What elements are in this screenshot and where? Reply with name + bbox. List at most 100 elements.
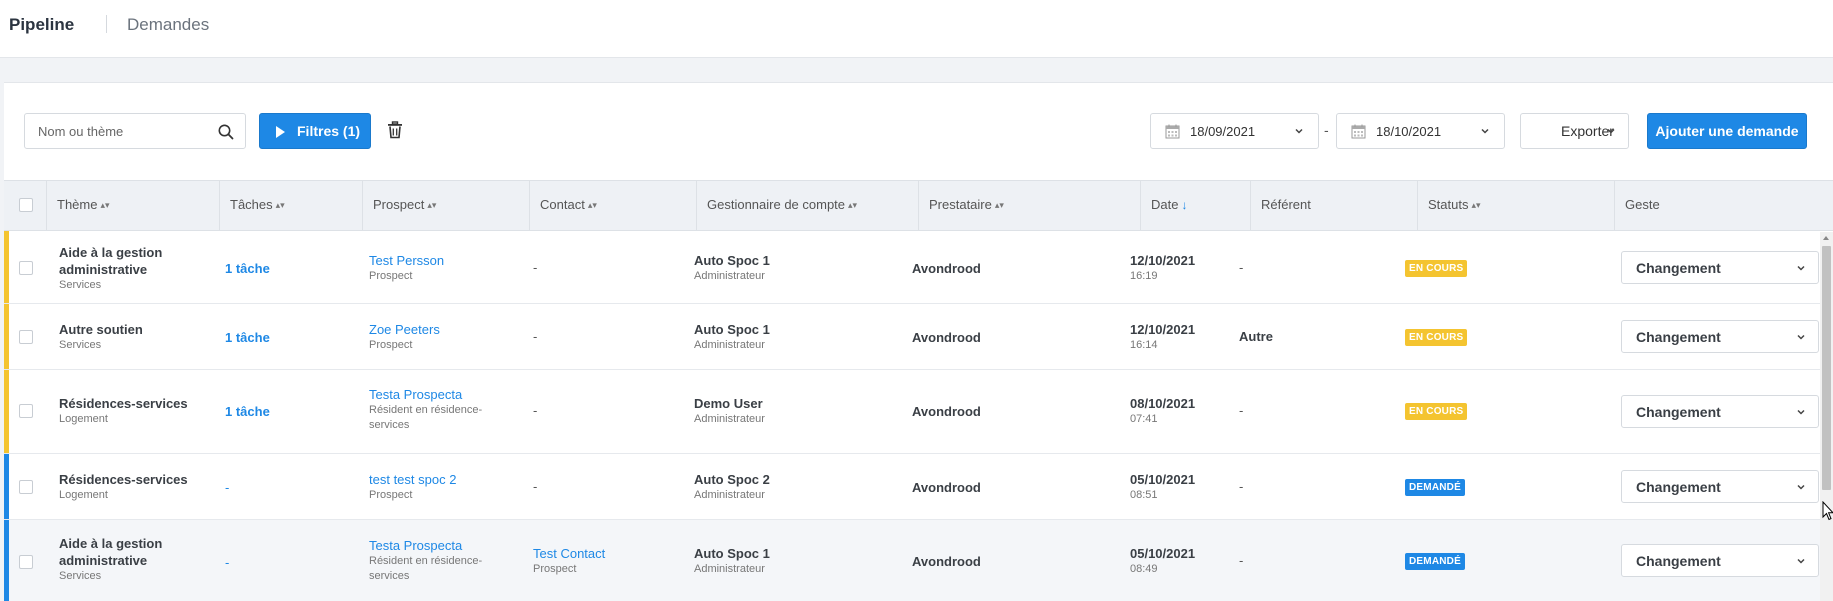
- header-referent-label: Référent: [1261, 197, 1311, 212]
- status-color-bar: [4, 304, 9, 369]
- prospect-link[interactable]: test test spoc 2: [369, 471, 456, 488]
- prospect-link[interactable]: Zoe Peeters: [369, 321, 440, 338]
- scrollbar-thumb[interactable]: [1822, 246, 1831, 490]
- theme-label: Aide à la gestion: [59, 245, 163, 260]
- filters-label: Filtres (1): [297, 123, 361, 139]
- header-statuts[interactable]: Statuts ▴▾: [1418, 181, 1615, 230]
- prospect-type: Prospect: [369, 339, 413, 351]
- trash-icon[interactable]: [387, 121, 403, 139]
- referent-value: -: [1239, 260, 1244, 275]
- gestionnaire-cell: Auto Spoc 2 Administrateur: [694, 471, 770, 503]
- export-dropdown[interactable]: Exporter: [1520, 113, 1629, 149]
- gestionnaire-role: Administrateur: [694, 563, 765, 575]
- sort-icon: ▴▾: [587, 200, 597, 210]
- theme-cell: Aide à la gestion administrative Service…: [59, 535, 162, 584]
- prospect-link[interactable]: Testa Prospecta: [369, 537, 482, 554]
- contact-value: -: [533, 260, 538, 275]
- calendar-icon: [1351, 124, 1366, 139]
- chevron-down-icon: [1797, 265, 1805, 271]
- date-to-value: 18/10/2021: [1376, 124, 1442, 139]
- gestionnaire-name: Auto Spoc 1: [694, 322, 770, 337]
- gestionnaire-role: Administrateur: [694, 339, 765, 351]
- date-cell: 05/10/2021 08:49: [1130, 545, 1195, 577]
- date-from-picker[interactable]: 18/09/2021: [1150, 113, 1319, 149]
- header-gestionnaire[interactable]: Gestionnaire de compte ▴▾: [697, 181, 919, 230]
- filters-button[interactable]: Filtres (1): [259, 113, 371, 149]
- taches-link[interactable]: 1 tâche: [225, 329, 270, 346]
- status-color-bar: [4, 454, 9, 519]
- prospect-type-cont: services: [369, 419, 410, 431]
- header-prospect[interactable]: Prospect ▴▾: [363, 181, 530, 230]
- theme-label: Résidences-services: [59, 396, 188, 411]
- add-demande-button[interactable]: Ajouter une demande: [1647, 113, 1807, 149]
- theme-label: Résidences-services: [59, 472, 188, 487]
- top-bar: Pipeline Demandes: [0, 0, 1833, 58]
- gestionnaire-cell: Auto Spoc 1 Administrateur: [694, 321, 770, 353]
- header-theme[interactable]: Thème ▴▾: [47, 181, 220, 230]
- gestionnaire-name: Auto Spoc 1: [694, 253, 770, 268]
- status-color-bar: [4, 520, 9, 601]
- table-row[interactable]: Aide à la gestion administrative Service…: [4, 520, 1833, 601]
- row-checkbox[interactable]: [19, 330, 33, 344]
- scroll-up-arrow[interactable]: [1823, 236, 1829, 240]
- row-checkbox[interactable]: [19, 261, 33, 275]
- mouse-cursor-icon: [1822, 501, 1833, 521]
- header-prestataire[interactable]: Prestataire ▴▾: [919, 181, 1141, 230]
- prospect-cell: Test Persson Prospect: [369, 252, 444, 284]
- theme-category: Services: [59, 339, 102, 351]
- header-statuts-label: Statuts: [1428, 197, 1469, 212]
- contact-value: -: [533, 329, 538, 344]
- theme-label: Autre soutien: [59, 322, 143, 337]
- contact-type: Prospect: [533, 563, 577, 575]
- prospect-type: Prospect: [369, 270, 413, 282]
- time-value: 16:19: [1130, 270, 1158, 282]
- header-geste: Geste: [1615, 181, 1833, 230]
- header-prestataire-label: Prestataire: [929, 197, 992, 212]
- referent-value: -: [1239, 403, 1244, 418]
- geste-value: Changement: [1636, 479, 1721, 495]
- sort-icon: ▴▾: [848, 200, 858, 210]
- taches-link[interactable]: 1 tâche: [225, 403, 270, 420]
- geste-select[interactable]: Changement: [1621, 251, 1819, 284]
- prospect-link[interactable]: Test Persson: [369, 252, 444, 269]
- date-to-picker[interactable]: 18/10/2021: [1336, 113, 1505, 149]
- row-checkbox[interactable]: [19, 555, 33, 569]
- search-icon[interactable]: [217, 123, 235, 141]
- geste-select[interactable]: Changement: [1621, 544, 1819, 577]
- geste-select[interactable]: Changement: [1621, 320, 1819, 353]
- table-row[interactable]: Résidences-services Logement - test test…: [4, 454, 1833, 520]
- prospect-type: Résident en résidence-: [369, 404, 483, 416]
- breadcrumb[interactable]: Demandes: [127, 15, 209, 35]
- header-contact-label: Contact: [540, 197, 585, 212]
- contact-link[interactable]: Test Contact: [533, 545, 605, 562]
- row-checkbox[interactable]: [19, 480, 33, 494]
- gestionnaire-cell: Auto Spoc 1 Administrateur: [694, 252, 770, 284]
- header-date[interactable]: Date ↓: [1141, 181, 1251, 230]
- row-checkbox[interactable]: [19, 404, 33, 418]
- header-gestionnaire-label: Gestionnaire de compte: [707, 197, 846, 212]
- theme-cell: Résidences-services Logement: [59, 471, 188, 503]
- select-all-checkbox[interactable]: [19, 198, 33, 212]
- geste-select[interactable]: Changement: [1621, 470, 1819, 503]
- table-row[interactable]: Autre soutien Services 1 tâche Zoe Peete…: [4, 304, 1833, 370]
- referent-value: -: [1239, 479, 1244, 494]
- table-row[interactable]: Résidences-services Logement 1 tâche Tes…: [4, 370, 1833, 454]
- gestionnaire-name: Auto Spoc 2: [694, 472, 770, 487]
- prospect-link[interactable]: Testa Prospecta: [369, 386, 482, 403]
- taches-link[interactable]: -: [225, 554, 229, 571]
- gestionnaire-role: Administrateur: [694, 413, 765, 425]
- taches-link[interactable]: 1 tâche: [225, 260, 270, 277]
- gestionnaire-role: Administrateur: [694, 270, 765, 282]
- header-taches[interactable]: Tâches ▴▾: [220, 181, 363, 230]
- status-badge: DEMANDÉ: [1405, 553, 1465, 570]
- header-contact[interactable]: Contact ▴▾: [530, 181, 697, 230]
- geste-select[interactable]: Changement: [1621, 395, 1819, 428]
- vertical-scrollbar[interactable]: [1820, 232, 1833, 601]
- prospect-type: Prospect: [369, 489, 413, 501]
- sort-icon: ▴▾: [994, 200, 1004, 210]
- table-row[interactable]: Aide à la gestion administrative Service…: [4, 231, 1833, 304]
- search-input[interactable]: [26, 115, 196, 147]
- calendar-icon: [1165, 124, 1180, 139]
- prestataire-value: Avondrood: [912, 330, 981, 345]
- taches-link[interactable]: -: [225, 479, 229, 496]
